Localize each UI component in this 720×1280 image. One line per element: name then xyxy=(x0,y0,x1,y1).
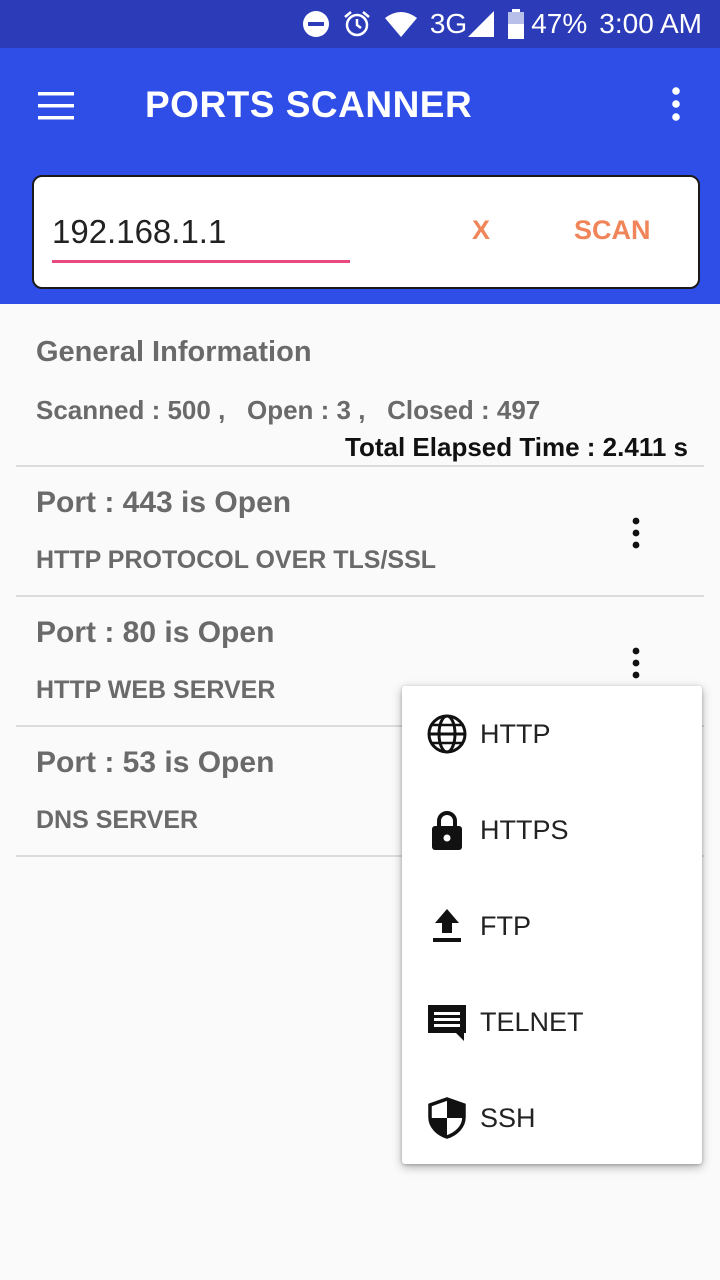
protocol-popup-menu: HTTP HTTPS FTP TELNET SSH xyxy=(402,686,702,1164)
menu-item-label: TELNET xyxy=(480,1006,584,1037)
port-description: HTTP WEB SERVER xyxy=(36,676,276,704)
scan-stats: Scanned : 500 , Open : 3 , Closed : 497 xyxy=(36,395,541,425)
menu-item-label: SSH xyxy=(480,1102,536,1133)
menu-item-ftp[interactable]: FTP xyxy=(402,878,702,974)
scan-button[interactable]: SCAN xyxy=(574,215,651,246)
shield-icon xyxy=(426,1097,468,1139)
port-description: HTTP PROTOCOL OVER TLS/SSL xyxy=(36,546,437,574)
more-vert-icon[interactable] xyxy=(624,516,648,552)
port-title: Port : 53 is Open xyxy=(36,746,275,779)
upload-icon xyxy=(426,905,468,947)
clear-button[interactable]: X xyxy=(472,215,490,246)
battery-level: 47% xyxy=(531,8,588,39)
signal-icon xyxy=(467,10,495,38)
app-title: PORTS SCANNER xyxy=(145,84,473,125)
search-card: X SCAN xyxy=(32,175,700,289)
menu-item-https[interactable]: HTTPS xyxy=(402,782,702,878)
port-list-item[interactable]: Port : 443 is Open HTTP PROTOCOL OVER TL… xyxy=(0,468,720,596)
menu-item-label: HTTPS xyxy=(480,814,569,845)
menu-item-label: FTP xyxy=(480,910,531,941)
app-bar: PORTS SCANNER X SCAN xyxy=(0,48,720,304)
ip-address-input[interactable] xyxy=(52,207,350,257)
port-description: DNS SERVER xyxy=(36,806,199,834)
lock-icon xyxy=(426,809,468,851)
hamburger-menu-icon[interactable] xyxy=(34,88,78,124)
chat-icon xyxy=(426,1001,468,1043)
more-vert-icon[interactable] xyxy=(624,646,648,682)
wifi-icon xyxy=(384,10,418,38)
elapsed-time: Total Elapsed Time : 2.411 s xyxy=(345,432,688,462)
network-type: 3G xyxy=(429,8,468,39)
menu-item-http[interactable]: HTTP xyxy=(402,686,702,782)
do-not-disturb-icon xyxy=(302,10,330,38)
menu-item-label: HTTP xyxy=(480,718,551,749)
input-underline xyxy=(52,260,350,263)
globe-icon xyxy=(426,713,468,755)
status-bar: 3G 47% 3:00 AM xyxy=(0,0,720,48)
menu-item-ssh[interactable]: SSH xyxy=(402,1070,702,1166)
menu-item-telnet[interactable]: TELNET xyxy=(402,974,702,1070)
alarm-icon xyxy=(342,9,372,39)
port-title: Port : 443 is Open xyxy=(36,486,292,519)
divider xyxy=(16,595,704,597)
general-information-title: General Information xyxy=(36,336,312,368)
divider xyxy=(16,465,704,467)
clock: 3:00 AM xyxy=(599,8,702,39)
port-title: Port : 80 is Open xyxy=(36,616,275,649)
more-vert-icon[interactable] xyxy=(662,84,690,128)
battery-icon xyxy=(507,9,525,39)
